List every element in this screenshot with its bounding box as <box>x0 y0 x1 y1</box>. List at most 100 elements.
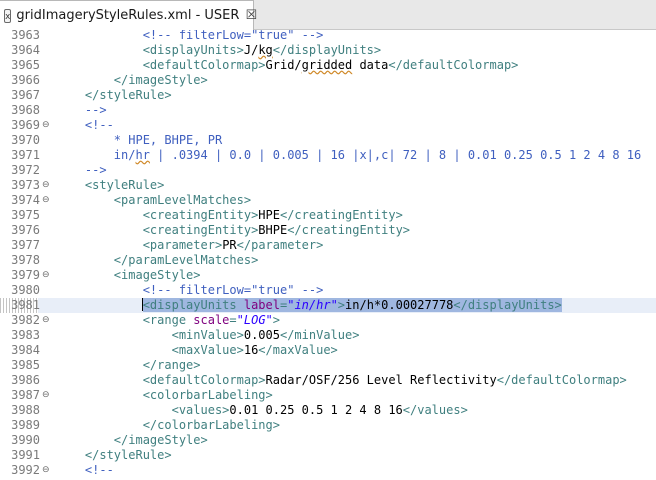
code-text: <paramLevelMatches> <box>56 193 251 208</box>
code-token: </parameter> <box>236 238 324 252</box>
code-token: kg <box>258 43 273 57</box>
line-number: 3978 <box>11 253 40 267</box>
code-token: <defaultColormap> <box>142 373 266 387</box>
code-text: </range> <box>56 358 201 373</box>
code-line[interactable]: 3984 <maxValue>16</maxValue> <box>0 343 656 358</box>
code-token: <!-- filterLow="true" --> <box>142 30 324 42</box>
code-line[interactable]: 3985 </range> <box>0 358 656 373</box>
code-line[interactable]: 3965 <defaultColormap>Grid/gridded data<… <box>0 58 656 73</box>
code-token: > <box>337 298 346 312</box>
line-number: 3973 <box>11 178 40 192</box>
code-text: <defaultColormap>Grid/gridded data</defa… <box>56 58 519 73</box>
line-number: 3964 <box>11 43 40 57</box>
fold-toggle-icon[interactable]: ⊖ <box>42 193 50 208</box>
code-text: <styleRule> <box>56 178 164 193</box>
code-token: <paramLevelMatches> <box>113 193 252 207</box>
fold-toggle-icon[interactable]: ⊖ <box>42 463 50 478</box>
line-number: 3968 <box>11 103 40 117</box>
code-token: --> <box>84 163 107 177</box>
code-line[interactable]: 3992 ⊖ <!-- <box>0 463 656 478</box>
code-token: </displayUnits> <box>453 298 562 312</box>
code-token: = <box>229 313 237 327</box>
code-line[interactable]: 3968 --> <box>0 103 656 118</box>
code-line[interactable]: 3963 <!-- filterLow="true" --> <box>0 30 656 43</box>
code-line[interactable]: 3990 </imageStyle> <box>0 433 656 448</box>
code-line[interactable]: 3974 ⊖ <paramLevelMatches> <box>0 193 656 208</box>
code-line[interactable]: 3975 <creatingEntity>HPE</creatingEntity… <box>0 208 656 223</box>
code-line[interactable]: 3971 in/hr | .0394 | 0.0 | 0.005 | 16 |x… <box>0 148 656 163</box>
code-token: scale <box>193 313 230 327</box>
line-number: 3963 <box>11 30 40 42</box>
fold-toggle-icon[interactable]: ⊖ <box>42 313 50 328</box>
code-token: in/ <box>113 148 136 162</box>
code-token: </values> <box>402 403 468 417</box>
line-number: 3979 <box>11 268 40 282</box>
code-text: <maxValue>16</maxValue> <box>56 343 338 358</box>
code-line[interactable]: 3969 ⊖ <!-- <box>0 118 656 133</box>
code-line[interactable]: 3979 ⊖ <imageStyle> <box>0 268 656 283</box>
line-number: 3969 <box>11 118 40 132</box>
line-number: 3975 <box>11 208 40 222</box>
code-token: <creatingEntity> <box>142 208 259 222</box>
code-line[interactable]: 3977 <parameter>PR</parameter> <box>0 238 656 253</box>
code-line[interactable]: 3982 ⊖ <range scale="LOG"> <box>0 313 656 328</box>
code-line[interactable]: 3989 </colorbarLabeling> <box>0 418 656 433</box>
code-text: </imageStyle> <box>56 73 208 88</box>
code-text: <defaultColormap>Radar/OSF/256 Level Ref… <box>56 373 627 388</box>
line-number: 3976 <box>11 223 40 237</box>
line-number: 3967 <box>11 88 40 102</box>
code-token: <displayUnits <box>142 298 244 312</box>
code-line[interactable]: 3967 </styleRule> <box>0 88 656 103</box>
line-number: 3972 <box>11 163 40 177</box>
code-token: Radar/OSF/256 Level Reflectivity <box>265 373 497 387</box>
close-tab-icon[interactable]: ☒ <box>245 8 257 23</box>
code-line[interactable]: 3976 <creatingEntity>BHPE</creatingEntit… <box>0 223 656 238</box>
code-token: </maxValue> <box>258 343 338 357</box>
code-line[interactable]: 3981 <displayUnits label="in/hr">in/h*0.… <box>0 298 656 313</box>
code-line[interactable]: 3980 <!-- filterLow="true" --> <box>0 283 656 298</box>
code-line[interactable]: 3988 <values>0.01 0.25 0.5 1 2 4 8 16</v… <box>0 403 656 418</box>
line-number: 3977 <box>11 238 40 252</box>
code-line[interactable]: 3991 </styleRule> <box>0 448 656 463</box>
code-text: </paramLevelMatches> <box>56 253 259 268</box>
line-number: 3971 <box>11 148 40 162</box>
code-line[interactable]: 3987 ⊖ <colorbarLabeling> <box>0 388 656 403</box>
code-token: </defaultColormap> <box>496 373 627 387</box>
code-text: <values>0.01 0.25 0.5 1 2 4 8 16</values… <box>56 403 468 418</box>
fold-toggle-icon[interactable]: ⊖ <box>42 118 50 133</box>
code-text: --> <box>56 163 107 178</box>
code-line[interactable]: 3986 <defaultColormap>Radar/OSF/256 Leve… <box>0 373 656 388</box>
code-line[interactable]: 3970 * HPE, BHPE, PR <box>0 133 656 148</box>
line-number: 3991 <box>11 448 40 462</box>
line-number: 3988 <box>11 403 40 417</box>
code-text: </styleRule> <box>56 448 172 463</box>
fold-toggle-icon[interactable]: ⊖ <box>42 178 50 193</box>
fold-toggle-icon[interactable]: ⊖ <box>42 268 50 283</box>
code-token: </creatingEntity> <box>279 208 403 222</box>
code-token: <!-- <box>84 118 114 132</box>
code-line[interactable]: 3972 --> <box>0 163 656 178</box>
code-line[interactable]: 3973 ⊖ <styleRule> <box>0 178 656 193</box>
editor-tab[interactable]: x gridImageryStyleRules.xml - USER ☒ <box>0 0 257 30</box>
xml-editor[interactable]: 3963 <!-- filterLow="true" --> 3964 <disp… <box>0 30 656 480</box>
code-line[interactable]: 3983 <minValue>0.005</minValue> <box>0 328 656 343</box>
code-token: <creatingEntity> <box>142 223 259 237</box>
fold-toggle-icon[interactable]: ⊖ <box>42 388 50 403</box>
code-token: <parameter> <box>142 238 223 252</box>
code-line[interactable]: 3966 </imageStyle> <box>0 73 656 88</box>
code-text: <range scale="LOG"> <box>56 313 280 328</box>
code-line[interactable]: 3964 <displayUnits>J/kg</displayUnits> <box>0 43 656 58</box>
code-token: </creatingEntity> <box>287 223 411 237</box>
code-token: label <box>243 298 280 312</box>
code-line[interactable]: 3978 </paramLevelMatches> <box>0 253 656 268</box>
code-token: Grid/ <box>265 58 302 72</box>
